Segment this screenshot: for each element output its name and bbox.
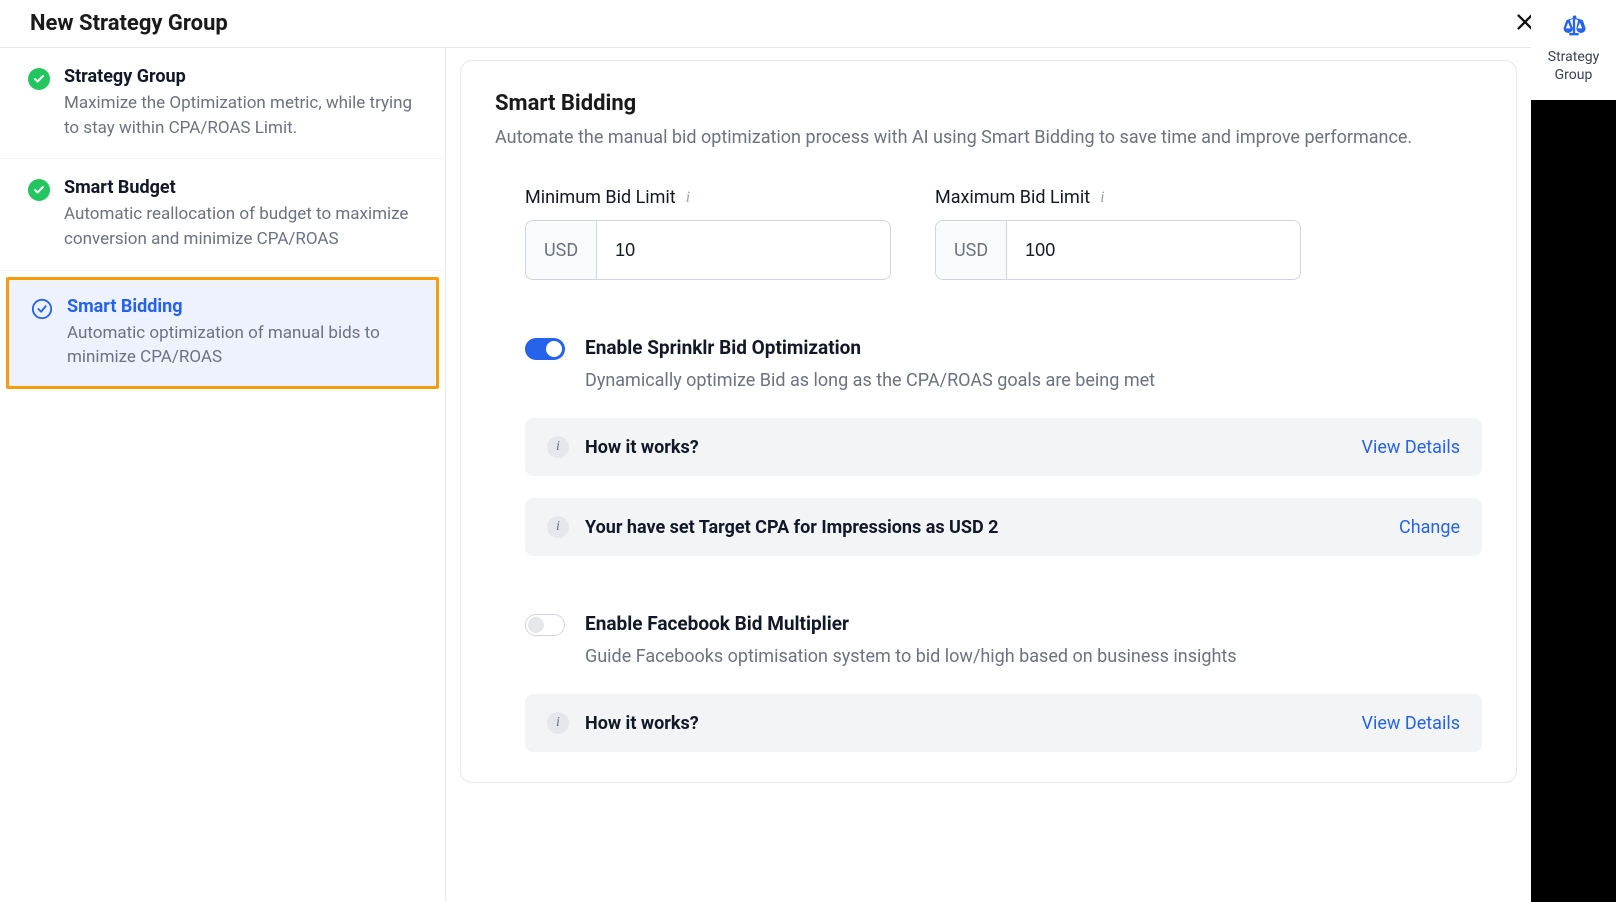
sidebar-item-desc: Automatic optimization of manual bids to… [67, 321, 414, 370]
info-icon: i [547, 516, 569, 538]
right-rail-item-strategy-group[interactable]: Strategy Group [1531, 0, 1616, 100]
max-bid-input[interactable] [1007, 221, 1300, 279]
right-rail-label: Strategy Group [1531, 48, 1616, 84]
target-cpa-text: Your have set Target CPA for Impressions… [585, 517, 999, 538]
sprinklr-toggle[interactable] [525, 338, 565, 360]
facebook-toggle[interactable] [525, 614, 565, 636]
sidebar-item-smart-bidding[interactable]: Smart Bidding Automatic optimization of … [6, 277, 439, 389]
check-circle-icon [28, 179, 50, 201]
smart-bidding-card: Smart Bidding Automate the manual bid op… [460, 60, 1517, 783]
currency-prefix: USD [526, 221, 597, 279]
check-circle-icon [28, 68, 50, 90]
sidebar: Strategy Group Maximize the Optimization… [0, 48, 446, 902]
target-cpa-bar: i Your have set Target CPA for Impressio… [525, 498, 1482, 556]
how-it-works-bar-fb: i How it works? View Details [525, 694, 1482, 752]
scale-icon [1560, 12, 1588, 44]
sidebar-item-title: Smart Budget [64, 177, 417, 198]
info-icon[interactable]: i [686, 189, 690, 207]
min-bid-label: Minimum Bid Limit [525, 187, 676, 208]
sidebar-item-title: Smart Bidding [67, 296, 414, 317]
right-rail-dark-area [1531, 100, 1616, 902]
min-bid-input[interactable] [597, 221, 890, 279]
sidebar-item-title: Strategy Group [64, 66, 417, 87]
min-bid-field: Minimum Bid Limit i USD [525, 187, 891, 280]
sidebar-item-smart-budget[interactable]: Smart Budget Automatic reallocation of b… [0, 159, 445, 270]
change-link[interactable]: Change [1399, 517, 1460, 538]
info-icon[interactable]: i [1100, 189, 1104, 207]
right-rail: Strategy Group [1531, 0, 1616, 902]
view-details-link[interactable]: View Details [1362, 713, 1460, 734]
currency-prefix: USD [936, 221, 1007, 279]
sprinklr-toggle-desc: Dynamically optimize Bid as long as the … [585, 367, 1482, 394]
header: New Strategy Group [0, 0, 1616, 48]
facebook-toggle-desc: Guide Facebooks optimisation system to b… [585, 643, 1482, 670]
max-bid-label: Maximum Bid Limit [935, 187, 1090, 208]
how-it-works-label: How it works? [585, 713, 699, 734]
info-icon: i [547, 712, 569, 734]
facebook-toggle-title: Enable Facebook Bid Multiplier [585, 612, 1482, 635]
sidebar-item-strategy-group[interactable]: Strategy Group Maximize the Optimization… [0, 48, 445, 159]
card-desc: Automate the manual bid optimization pro… [495, 124, 1482, 151]
main-content: Smart Bidding Automate the manual bid op… [446, 48, 1531, 902]
max-bid-field: Maximum Bid Limit i USD [935, 187, 1301, 280]
sprinklr-toggle-title: Enable Sprinklr Bid Optimization [585, 336, 1482, 359]
card-title: Smart Bidding [495, 91, 1482, 116]
sidebar-item-desc: Maximize the Optimization metric, while … [64, 91, 417, 140]
check-circle-outline-icon [31, 298, 53, 320]
sidebar-item-desc: Automatic reallocation of budget to maxi… [64, 202, 417, 251]
info-icon: i [547, 436, 569, 458]
how-it-works-bar: i How it works? View Details [525, 418, 1482, 476]
page-title: New Strategy Group [30, 11, 228, 36]
how-it-works-label: How it works? [585, 437, 699, 458]
view-details-link[interactable]: View Details [1362, 437, 1460, 458]
